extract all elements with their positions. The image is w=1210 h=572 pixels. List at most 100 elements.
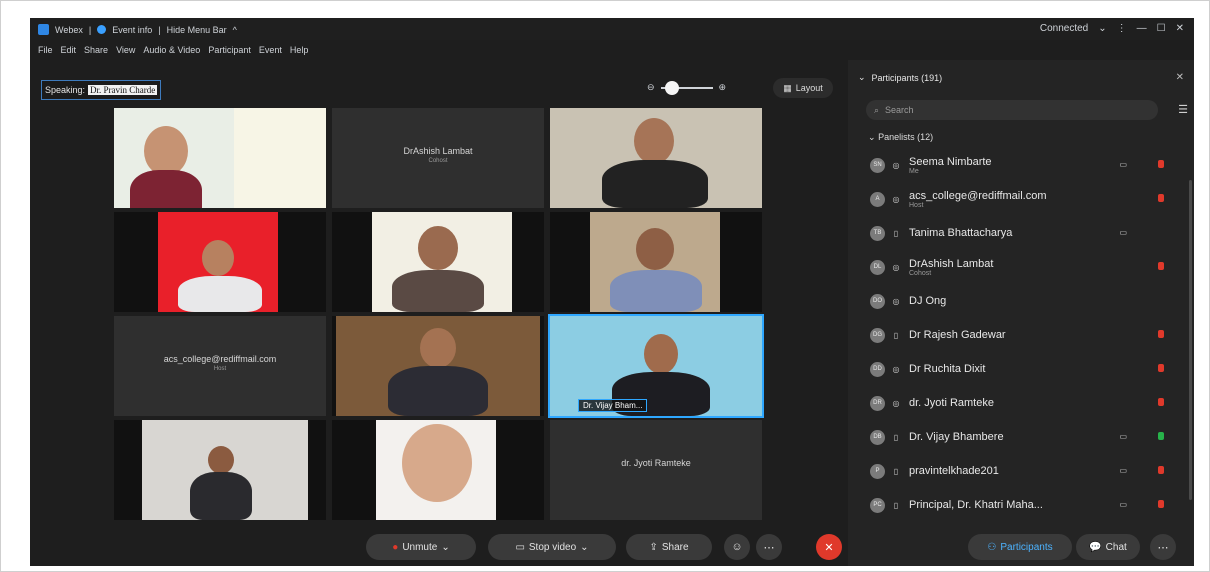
chevron-down-icon[interactable]: ⌄ — [580, 542, 588, 553]
video-tile[interactable] — [114, 420, 326, 520]
participant-name: acs_college@rediffmail.com — [163, 354, 277, 364]
mic-muted-icon — [1158, 262, 1164, 270]
participant-role: Me — [909, 167, 919, 175]
audio-icon: ◎ — [892, 160, 900, 170]
video-tile[interactable] — [332, 420, 544, 520]
smiley-icon: ☺ — [731, 541, 743, 553]
participant-row[interactable]: DD ◎ Dr Ruchita Dixit — [870, 352, 1172, 386]
participants-button[interactable]: ⚇ Participants — [968, 534, 1072, 560]
avatar: DO — [870, 293, 885, 309]
menu-share[interactable]: Share — [84, 45, 108, 55]
unmute-button[interactable]: ● Unmute ⌄ — [366, 534, 476, 560]
webex-window: Webex | Event info | Hide Menu Bar ^ Con… — [30, 18, 1194, 566]
connection-status[interactable]: Connected — [1040, 23, 1088, 34]
menu-participant[interactable]: Participant — [208, 45, 251, 55]
panelists-section-label: Panelists (12) — [878, 132, 934, 142]
more-icon[interactable]: ⋮ — [1117, 23, 1127, 34]
minimize-button[interactable]: — — [1137, 23, 1147, 34]
chevron-down-icon[interactable]: ⌄ — [441, 542, 449, 553]
reactions-button[interactable]: ☺ — [724, 534, 750, 560]
video-name-caption: Dr. Vijay Bham... — [578, 399, 648, 412]
speaking-indicator: Speaking: Dr. Pravin Charde — [41, 80, 162, 100]
menu-edit[interactable]: Edit — [61, 45, 77, 55]
people-icon: ⚇ — [987, 541, 997, 553]
participants-panel: ⌄ Participants (191) ✕ ⌕ Search ☰ ⌄ Pane… — [848, 60, 1194, 566]
video-tile[interactable]: DrAshish Lambat Cohost — [332, 108, 544, 208]
menu-audio-video[interactable]: Audio & Video — [143, 45, 200, 55]
zoom-control[interactable]: ⊖ ⊕ — [647, 80, 727, 95]
menu-help[interactable]: Help — [290, 45, 309, 55]
video-tile[interactable] — [550, 212, 762, 312]
menu-file[interactable]: File — [38, 45, 53, 55]
zoom-out-icon[interactable]: ⊖ — [647, 82, 655, 93]
stop-video-button[interactable]: ▭ Stop video ⌄ — [488, 534, 616, 560]
participant-row[interactable]: DL ◎ DrAshish Lambat Cohost — [870, 250, 1172, 284]
participant-row[interactable]: DR ◎ dr. Jyoti Ramteke — [870, 386, 1172, 420]
participant-row[interactable]: TB ▯ Tanima Bhattacharya ▭ — [870, 216, 1172, 250]
camera-icon: ▭ — [1119, 432, 1127, 441]
participant-video — [634, 118, 674, 164]
stop-video-label: Stop video — [528, 541, 577, 553]
chat-button[interactable]: 💬 Chat — [1076, 534, 1140, 560]
participant-row[interactable]: DB ▯ Dr. Vijay Bhambere ▭ — [870, 420, 1172, 454]
zoom-in-icon[interactable]: ⊕ — [719, 82, 727, 93]
panelists-section[interactable]: ⌄ Panelists (12) — [868, 132, 933, 143]
video-tile[interactable]: acs_college@rediffmail.com Host — [114, 316, 326, 416]
layout-button[interactable]: ▦ Layout — [773, 78, 833, 98]
hide-menu-bar-button[interactable]: Hide Menu Bar — [167, 25, 227, 35]
menu-event[interactable]: Event — [259, 45, 282, 55]
participant-video — [636, 228, 674, 270]
participant-row[interactable]: PC ▯ Principal, Dr. Khatri Maha... ▭ — [870, 488, 1172, 522]
participant-row[interactable]: SN ◎ Seema Nimbarte Me ▭ — [870, 148, 1172, 182]
panel-scrollbar[interactable] — [1189, 180, 1192, 500]
camera-icon: ▭ — [1119, 228, 1127, 237]
participant-row[interactable]: P ▯ pravintelkhade201 ▭ — [870, 454, 1172, 488]
participant-video — [178, 276, 262, 312]
video-tile[interactable] — [550, 108, 762, 208]
video-tile[interactable] — [114, 108, 326, 208]
participant-video — [208, 446, 234, 474]
sort-icon[interactable]: ☰ — [1178, 103, 1188, 116]
audio-icon: ◎ — [892, 262, 900, 272]
video-tile[interactable] — [332, 316, 544, 416]
share-button[interactable]: ⇪ Share — [626, 534, 712, 560]
mic-muted-icon — [1158, 330, 1164, 338]
participant-video — [602, 160, 708, 208]
participant-search-input[interactable]: ⌕ Search — [866, 100, 1158, 120]
more-panels-button[interactable]: ⋯ — [1150, 534, 1176, 560]
participant-row[interactable]: DO ◎ DJ Ong — [870, 284, 1172, 318]
video-tile[interactable]: dr. Jyoti Ramteke — [550, 420, 762, 520]
close-icon[interactable]: ✕ — [1176, 72, 1184, 83]
leave-meeting-button[interactable]: ✕ — [816, 534, 842, 560]
menu-bar: File Edit Share View Audio & Video Parti… — [30, 40, 1194, 60]
more-options-button[interactable]: ⋯ — [756, 534, 782, 560]
mic-muted-icon — [1158, 364, 1164, 372]
participant-video — [644, 334, 678, 374]
speaker-name: Dr. Pravin Charde — [88, 85, 158, 95]
camera-icon: ▭ — [1119, 160, 1127, 169]
video-tile-active[interactable]: Dr. Vijay Bham... — [548, 314, 764, 418]
menu-view[interactable]: View — [116, 45, 135, 55]
mic-muted-icon — [1158, 160, 1164, 168]
video-tile[interactable] — [332, 212, 544, 312]
slide-graphic — [234, 108, 326, 208]
participant-row[interactable]: DG ▯ Dr Rajesh Gadewar — [870, 318, 1172, 352]
participant-name: DJ Ong — [909, 295, 947, 307]
participant-row[interactable]: A ◎ acs_college@rediffmail.com Host — [870, 182, 1172, 216]
video-tile[interactable] — [114, 212, 326, 312]
share-label: Share — [661, 541, 689, 553]
zoom-slider-knob[interactable] — [664, 80, 679, 95]
device-icon: ▯ — [893, 466, 899, 476]
mic-muted-icon — [1158, 194, 1164, 202]
event-info-link[interactable]: Event info — [112, 25, 152, 35]
maximize-button[interactable]: ☐ — [1157, 23, 1166, 34]
chevron-down-icon[interactable]: ⌄ — [1098, 23, 1106, 34]
camera-icon: ▭ — [1119, 466, 1127, 475]
participant-name: Dr. Vijay Bhambere — [909, 431, 1004, 443]
zoom-slider[interactable] — [660, 80, 713, 95]
device-icon: ▯ — [893, 432, 899, 442]
close-window-button[interactable]: ✕ — [1176, 23, 1184, 34]
more-icon: ⋯ — [1157, 541, 1169, 554]
participant-video — [144, 126, 188, 176]
chevron-down-icon[interactable]: ⌄ — [858, 72, 866, 83]
